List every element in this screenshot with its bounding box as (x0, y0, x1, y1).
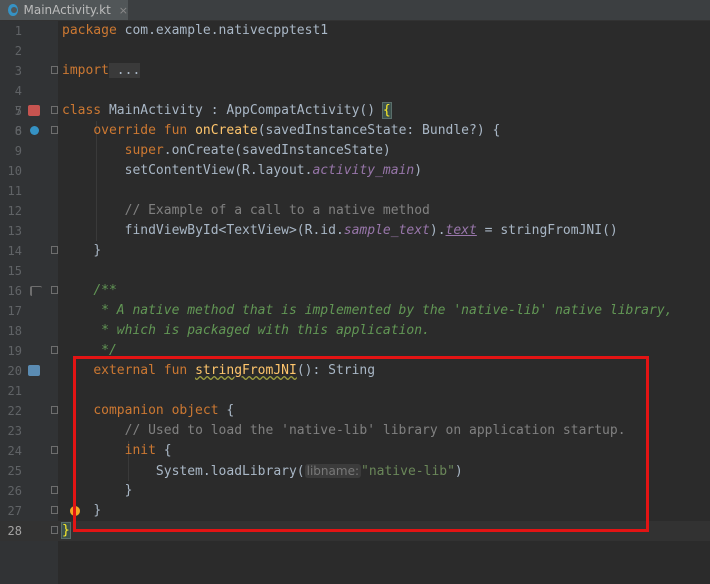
keyword: import (62, 63, 109, 78)
line-number: 15 (7, 264, 22, 278)
code-line[interactable]: 17 * A native method that is implemented… (0, 301, 710, 321)
line-number: 26 (7, 484, 22, 498)
code-line[interactable]: 2 (0, 41, 710, 61)
code-text: MainActivity : AppCompatActivity() (101, 103, 383, 118)
doc-comment-icon[interactable] (30, 286, 42, 296)
line-number: 14 (7, 244, 22, 258)
line-number: 7 (14, 104, 22, 118)
code-line[interactable]: 14 } (0, 241, 710, 261)
line-number: 11 (7, 184, 22, 198)
code-text: findViewById<TextView>(R.id. (124, 223, 344, 238)
keyword: class (62, 103, 102, 118)
line-number: 4 (14, 84, 22, 98)
line-number: 23 (7, 424, 22, 438)
line-number: 21 (7, 384, 22, 398)
fold-toggle-icon[interactable] (51, 446, 58, 454)
fold-toggle-icon[interactable] (51, 506, 58, 514)
close-icon[interactable]: × (119, 4, 128, 17)
code-text: (savedInstanceState: Bundle?) { (257, 123, 501, 138)
fold-toggle-icon[interactable] (51, 286, 58, 294)
kotlin-file-icon (8, 4, 18, 16)
class-layout-icon[interactable] (28, 105, 40, 116)
matched-brace: } (61, 522, 71, 539)
keyword: override fun (93, 123, 188, 138)
resource-ref: activity_main (312, 163, 415, 178)
code-text: setContentView(R.layout. (124, 163, 313, 178)
keyword: super (124, 143, 164, 158)
code-line[interactable]: 4 (0, 81, 710, 101)
doc-comment: * A native method that is implemented by… (93, 303, 673, 318)
fold-toggle-icon[interactable] (51, 526, 58, 534)
line-number: 16 (7, 284, 22, 298)
keyword: package (62, 23, 117, 38)
line-number: 10 (7, 164, 22, 178)
line-number: 2 (14, 44, 22, 58)
line-number: 12 (7, 204, 22, 218)
highlight-annotation-box (73, 356, 649, 532)
editor-tab-bar: MainActivity.kt × (0, 0, 710, 21)
code-text: } (93, 243, 102, 258)
property-ref: text (445, 223, 477, 238)
doc-comment: * which is packaged with this applicatio… (93, 323, 430, 338)
line-number: 3 (14, 64, 22, 78)
fold-toggle-icon[interactable] (51, 246, 58, 254)
line-number: 8 (14, 124, 22, 138)
code-line[interactable]: 3 import ... (0, 61, 710, 81)
line-number: 9 (14, 144, 22, 158)
fold-toggle-icon[interactable] (51, 126, 58, 134)
folded-imports[interactable]: ... (108, 63, 141, 78)
line-number: 20 (7, 364, 22, 378)
code-line[interactable]: 7 class MainActivity : AppCompatActivity… (0, 101, 710, 121)
line-number: 22 (7, 404, 22, 418)
matched-brace: { (381, 102, 392, 119)
fold-toggle-icon[interactable] (51, 66, 58, 74)
comment: // Example of a call to a native method (124, 203, 430, 218)
code-line[interactable]: 8 override fun onCreate(savedInstanceSta… (0, 121, 710, 141)
doc-comment: /** (93, 283, 117, 298)
function-name: onCreate (195, 123, 258, 138)
code-text: .onCreate(savedInstanceState) (163, 143, 391, 158)
code-line[interactable]: 16 /** (0, 281, 710, 301)
line-number: 17 (7, 304, 22, 318)
line-number: 13 (7, 224, 22, 238)
code-line[interactable]: 10 setContentView(R.layout.activity_main… (0, 161, 710, 181)
code-text: = stringFromJNI() (476, 223, 618, 238)
fold-toggle-icon[interactable] (51, 486, 58, 494)
line-number: 24 (7, 444, 22, 458)
code-line[interactable]: 11 (0, 181, 710, 201)
line-number: 27 (7, 504, 22, 518)
line-number: 1 (14, 24, 22, 38)
line-number: 25 (7, 464, 22, 478)
resource-ref: sample_text (343, 223, 430, 238)
fold-toggle-icon[interactable] (51, 406, 58, 414)
tab-mainactivity[interactable]: MainActivity.kt × (0, 0, 128, 20)
line-number: 19 (7, 344, 22, 358)
fold-toggle-icon[interactable] (51, 346, 58, 354)
fold-toggle-icon[interactable] (51, 106, 58, 114)
native-cpp-icon[interactable] (28, 365, 40, 376)
override-icon[interactable] (30, 126, 39, 135)
code-line[interactable]: 13 findViewById<TextView>(R.id.sample_te… (0, 221, 710, 241)
code-line[interactable]: 15 (0, 261, 710, 281)
line-number: 28 (7, 524, 22, 538)
code-text: ). (429, 223, 446, 238)
code-line[interactable]: 18 * which is packaged with this applica… (0, 321, 710, 341)
code-line[interactable]: 12 // Example of a call to a native meth… (0, 201, 710, 221)
code-text: com.example.nativecpptest1 (116, 23, 329, 38)
code-line[interactable]: 1 package com.example.nativecpptest1 (0, 21, 710, 41)
tab-label: MainActivity.kt (23, 3, 111, 17)
code-text: ) (414, 163, 423, 178)
line-number: 18 (7, 324, 22, 338)
code-line[interactable]: 9 super.onCreate(savedInstanceState) (0, 141, 710, 161)
